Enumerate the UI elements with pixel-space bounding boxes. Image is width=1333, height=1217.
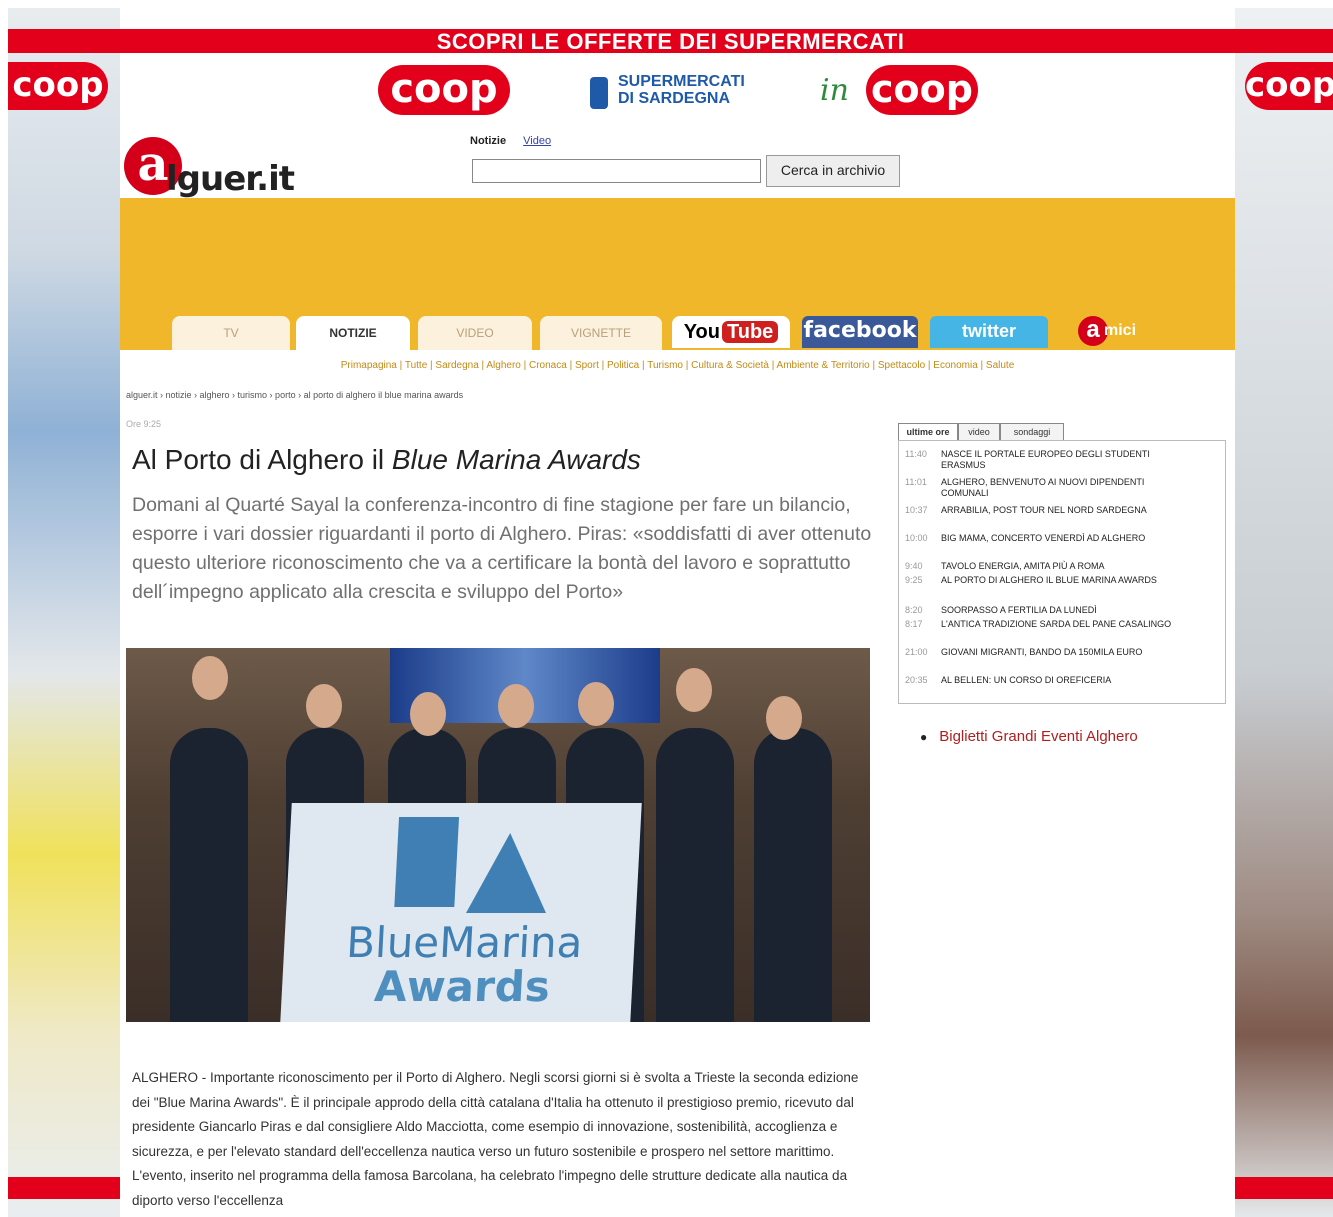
- list-item-time: 8:17: [905, 619, 923, 629]
- tab-tv[interactable]: TV: [172, 316, 290, 350]
- tab-notizie[interactable]: NOTIZIE: [296, 316, 410, 350]
- breadcrumb[interactable]: alguer.it › notizie › alghero › turismo …: [126, 390, 463, 400]
- list-item-text: NASCE IL PORTALE EUROPEO DEGLI STUDENTI …: [941, 449, 1150, 470]
- sds-line1: SUPERMERCATI: [618, 73, 745, 90]
- sidebar-link-biglietti[interactable]: ● Biglietti Grandi Eventi Alghero: [920, 728, 1138, 745]
- photo-face: [766, 696, 802, 740]
- background-ad-right[interactable]: [1235, 8, 1333, 1217]
- article-date: Ore 9:25: [126, 419, 162, 429]
- list-item-text: ALGHERO, BENVENUTO AI NUOVI DIPENDENTI C…: [941, 477, 1145, 498]
- flag-line1: BlueMarina: [345, 918, 584, 967]
- youtube-tube: Tube: [722, 321, 779, 343]
- incoop-coop: coop: [866, 65, 978, 115]
- search-tab-video[interactable]: Video: [523, 135, 551, 147]
- sponsor-strip: coop SUPERMERCATI DI SARDEGNA in coop: [120, 53, 1235, 131]
- site-logo[interactable]: a lguer.it: [124, 137, 295, 199]
- article-photo[interactable]: BlueMarina Awards: [126, 648, 870, 1022]
- tab-vignette[interactable]: VIGNETTE: [540, 316, 662, 350]
- article-summary: Domani al Quarté Sayal la conferenza-inc…: [132, 494, 872, 603]
- page-container: a lguer.it Notizie Video Cerca in archiv…: [120, 131, 1235, 1217]
- bullet-icon: ●: [920, 730, 928, 744]
- list-item-text: ARRABILIA, POST TOUR NEL NORD SARDEGNA: [941, 505, 1147, 515]
- category-nav[interactable]: Primapagina | Tutte | Sardegna | Alghero…: [120, 360, 1235, 371]
- sail-icon: [466, 833, 551, 913]
- list-item-time: 21:00: [905, 647, 928, 657]
- youtube-button[interactable]: You Tube: [672, 316, 790, 348]
- list-item-text: TAVOLO ENERGIA, AMITA PIÙ A ROMA: [941, 561, 1105, 571]
- list-item-time: 8:20: [905, 605, 923, 615]
- promo-banner-top[interactable]: SCOPRI LE OFFERTE DEI SUPERMERCATI: [8, 29, 1333, 54]
- list-item-text: AL PORTO DI ALGHERO IL BLUE MARINA AWARD…: [941, 575, 1157, 585]
- flag-line2: Awards: [373, 962, 552, 1011]
- widget-tab-ultime-ore[interactable]: ultime ore: [898, 423, 958, 440]
- supermercati-di-sardegna-logo[interactable]: SUPERMERCATI DI SARDEGNA: [590, 73, 808, 113]
- list-item-time: 11:01: [905, 477, 927, 487]
- photo-face: [578, 682, 614, 726]
- widget-list: 11:40 NASCE IL PORTALE EUROPEO DEGLI STUD…: [898, 440, 1226, 704]
- flag-text: BlueMarina Awards: [311, 918, 616, 1011]
- coop-logo[interactable]: coop: [378, 65, 510, 115]
- youtube-you: You: [683, 321, 720, 343]
- search-tabs: Notizie Video: [470, 135, 551, 147]
- list-item-text: BIG MAMA, CONCERTO VENERDÌ AD ALGHERO: [941, 533, 1146, 543]
- list-item-time: 9:25: [905, 575, 923, 585]
- incoop-in: in: [820, 73, 849, 108]
- coop-logo-right[interactable]: coop: [1245, 62, 1333, 110]
- photo-person: [170, 728, 248, 1022]
- photo-face: [498, 684, 534, 728]
- sds-mark-icon: [590, 77, 608, 109]
- tab-video[interactable]: VIDEO: [418, 316, 532, 350]
- site-logo-text: lguer.it: [166, 159, 295, 199]
- lighthouse-icon: [394, 817, 460, 907]
- photo-person: [754, 728, 832, 1022]
- list-item-text: L'ANTICA TRADIZIONE SARDA DEL PANE CASAL…: [941, 619, 1172, 629]
- list-item-time: 9:40: [905, 561, 923, 571]
- blue-marina-flag: BlueMarina Awards: [280, 803, 642, 1022]
- list-item-time: 10:37: [905, 505, 928, 515]
- list-item-time: 11:40: [905, 449, 927, 459]
- search-archive-button[interactable]: Cerca in archivio: [766, 155, 900, 187]
- twitter-button[interactable]: twitter: [930, 316, 1048, 348]
- photo-face: [676, 668, 712, 712]
- article-title-plain: Al Porto di Alghero il: [132, 444, 392, 475]
- list-item-text: GIOVANI MIGRANTI, BANDO DA 150MILA EURO: [941, 647, 1143, 657]
- photo-person: [656, 728, 734, 1022]
- article-body: ALGHERO - Importante riconoscimento per …: [132, 1070, 859, 1208]
- amici-button[interactable]: a mici: [1078, 314, 1158, 348]
- list-item-text: SOORPASSO A FERTILIA DA LUNEDÌ: [941, 605, 1097, 615]
- latest-news-widget: ultime ore video sondaggi 11:40 NASCE IL …: [898, 423, 1226, 704]
- amici-logo-text: mici: [1104, 322, 1137, 339]
- sds-line2: DI SARDEGNA: [618, 90, 731, 107]
- header-banner: TV NOTIZIE VIDEO VIGNETTE You Tube facebo…: [120, 198, 1235, 350]
- article-title: Al Porto di Alghero il Blue Marina Award…: [132, 444, 641, 476]
- list-item-time: 20:35: [905, 675, 928, 685]
- list-item-text: AL BELLEN: UN CORSO DI OREFICERIA: [941, 675, 1112, 685]
- photo-face: [306, 684, 342, 728]
- promo-headline: SCOPRI LE OFFERTE DEI SUPERMERCATI: [436, 29, 905, 54]
- list-item-time: 10:00: [905, 533, 928, 543]
- search-tab-news[interactable]: Notizie: [470, 135, 506, 147]
- article-title-italic: Blue Marina Awards: [391, 444, 641, 475]
- sidebar-link-label: Biglietti Grandi Eventi Alghero: [939, 728, 1138, 745]
- widget-tab-video[interactable]: video: [958, 423, 1000, 440]
- facebook-button[interactable]: facebook: [802, 316, 918, 348]
- background-ad-left[interactable]: [8, 8, 120, 1217]
- search-input[interactable]: [472, 159, 761, 183]
- photo-face: [192, 656, 228, 700]
- widget-tab-sondaggi[interactable]: sondaggi: [1000, 423, 1064, 440]
- coop-logo-left[interactable]: coop: [8, 62, 108, 110]
- photo-face: [410, 692, 446, 736]
